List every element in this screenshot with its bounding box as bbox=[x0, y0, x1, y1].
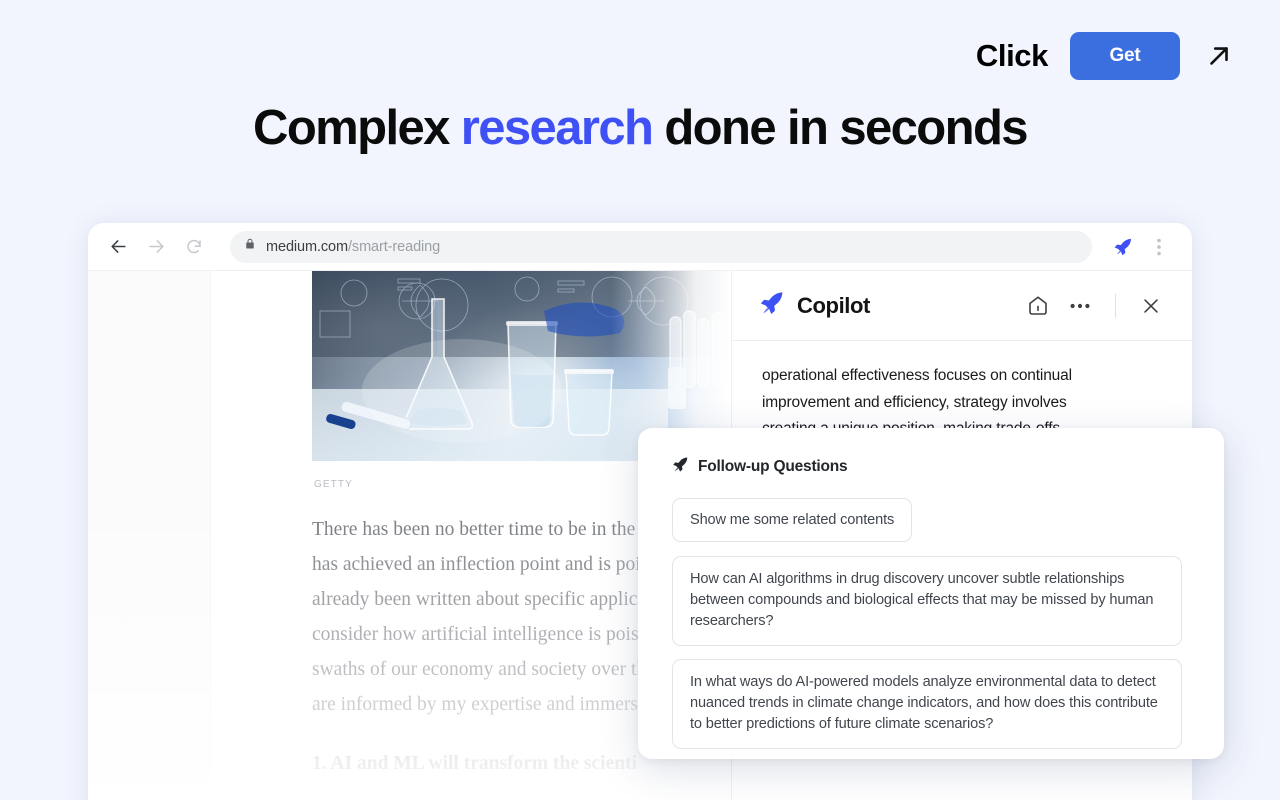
rocket-icon bbox=[672, 456, 689, 478]
copilot-title: Copilot bbox=[797, 292, 870, 318]
followup-header: Follow-up Questions bbox=[672, 456, 1190, 478]
followup-questions-panel: Follow-up Questions Show me some related… bbox=[638, 428, 1224, 759]
headline-part-2: done in seconds bbox=[652, 101, 1028, 155]
close-x-icon[interactable] bbox=[1136, 291, 1166, 321]
three-dots-horizontal-icon[interactable] bbox=[1065, 291, 1095, 321]
followup-chip-related-contents[interactable]: Show me some related contents bbox=[672, 498, 913, 542]
copilot-answer-line: operational effectiveness focuses on con… bbox=[762, 367, 1072, 384]
followup-title: Follow-up Questions bbox=[698, 458, 848, 475]
followup-question-card[interactable]: How can AI algorithms in drug discovery … bbox=[672, 556, 1182, 646]
promo-bar: Click Get bbox=[976, 0, 1280, 112]
page-left-gutter bbox=[88, 271, 211, 800]
page-headline: Complex research done in seconds bbox=[0, 100, 1280, 156]
copilot-answer-line: improvement and efficiency, strategy inv… bbox=[762, 393, 1067, 411]
three-dots-vertical-icon[interactable] bbox=[1144, 232, 1174, 262]
home-pentagon-icon[interactable] bbox=[1023, 291, 1053, 321]
url-host: medium.com bbox=[266, 238, 348, 255]
click-label: Click bbox=[975, 38, 1049, 73]
arrow-up-right-icon[interactable] bbox=[1202, 39, 1236, 73]
browser-toolbar: medium.com/smart-reading bbox=[88, 223, 1192, 271]
copilot-answer-tail: efficiency and improvement in activities bbox=[762, 791, 1162, 800]
copilot-header: Copilot bbox=[732, 271, 1192, 341]
back-arrow-icon[interactable] bbox=[102, 231, 134, 263]
header-divider bbox=[1115, 293, 1116, 318]
copilot-rocket-icon bbox=[759, 290, 785, 321]
lock-icon bbox=[244, 237, 256, 256]
address-bar[interactable]: medium.com/smart-reading bbox=[230, 230, 1092, 263]
article-pane: GETTY There has been no better time to b… bbox=[88, 271, 731, 800]
followup-question-card[interactable]: In what ways do AI-powered models analyz… bbox=[672, 659, 1182, 749]
copilot-rocket-icon[interactable] bbox=[1108, 232, 1138, 262]
headline-accent: research bbox=[460, 101, 654, 155]
get-button[interactable]: Get bbox=[1070, 32, 1180, 80]
headline-part-1: Complex bbox=[253, 101, 461, 155]
forward-arrow-icon[interactable] bbox=[140, 231, 172, 263]
address-bar-url: medium.com/smart-reading bbox=[266, 239, 440, 255]
reload-icon[interactable] bbox=[178, 231, 210, 263]
url-path: /smart-reading bbox=[348, 238, 441, 255]
